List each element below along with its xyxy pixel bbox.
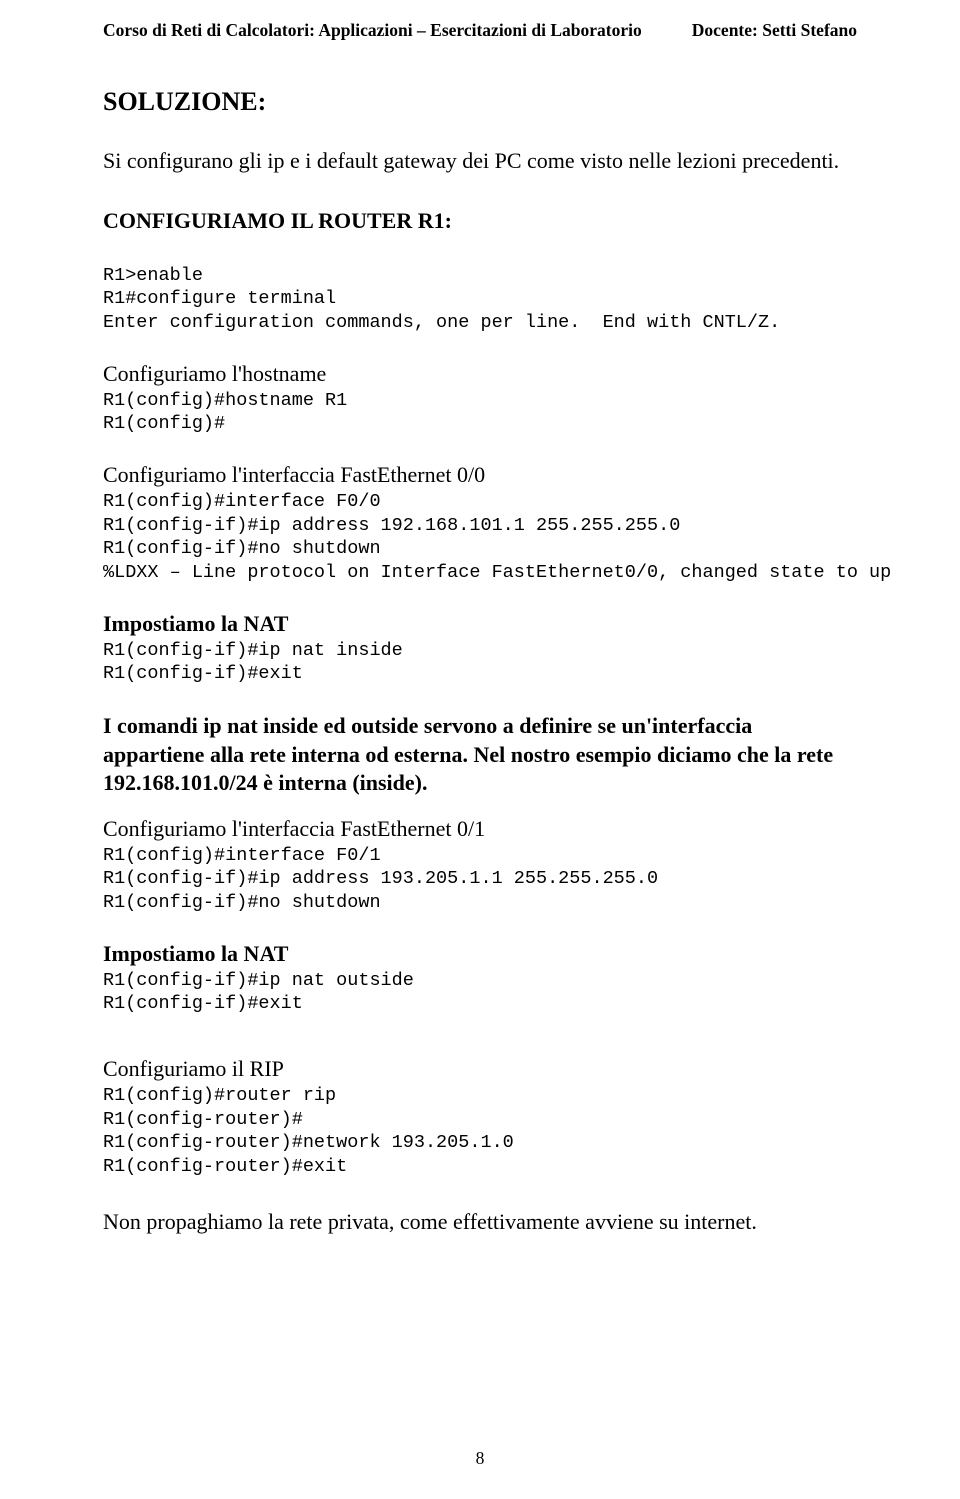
code-block-fe01: R1(config)#interface F0/1 R1(config-if)#… [103, 844, 857, 915]
header-left: Corso di Reti di Calcolatori: Applicazio… [103, 20, 642, 41]
code-block-rip: R1(config)#router rip R1(config-router)#… [103, 1084, 857, 1179]
hostname-intro: Configuriamo l'hostname [103, 361, 857, 387]
fe00-intro: Configuriamo l'interfaccia FastEthernet … [103, 462, 857, 488]
code-block-enable: R1>enable R1#configure terminal Enter co… [103, 264, 857, 335]
code-block-nat1: R1(config-if)#ip nat inside R1(config-if… [103, 639, 857, 686]
section-title-configuriamo: CONFIGURIAMO IL ROUTER R1: [103, 208, 857, 234]
fe01-intro: Configuriamo l'interfaccia FastEthernet … [103, 816, 857, 842]
header-right: Docente: Setti Stefano [692, 20, 857, 41]
nat-body: I comandi ip nat inside ed outside servo… [103, 712, 857, 798]
section-title-soluzione: SOLUZIONE: [103, 87, 857, 117]
page-header: Corso di Reti di Calcolatori: Applicazio… [103, 20, 857, 41]
nat1-title: Impostiamo la NAT [103, 611, 857, 637]
intro-paragraph: Si configurano gli ip e i default gatewa… [103, 147, 857, 176]
code-block-nat2: R1(config-if)#ip nat outside R1(config-i… [103, 969, 857, 1016]
code-block-hostname: R1(config)#hostname R1 R1(config)# [103, 389, 857, 436]
nat2-title: Impostiamo la NAT [103, 941, 857, 967]
code-block-fe00: R1(config)#interface F0/0 R1(config-if)#… [103, 490, 857, 585]
page: Corso di Reti di Calcolatori: Applicazio… [0, 0, 960, 1499]
page-number: 8 [0, 1448, 960, 1469]
rip-intro: Configuriamo il RIP [103, 1056, 857, 1082]
closing-paragraph: Non propaghiamo la rete privata, come ef… [103, 1209, 857, 1235]
